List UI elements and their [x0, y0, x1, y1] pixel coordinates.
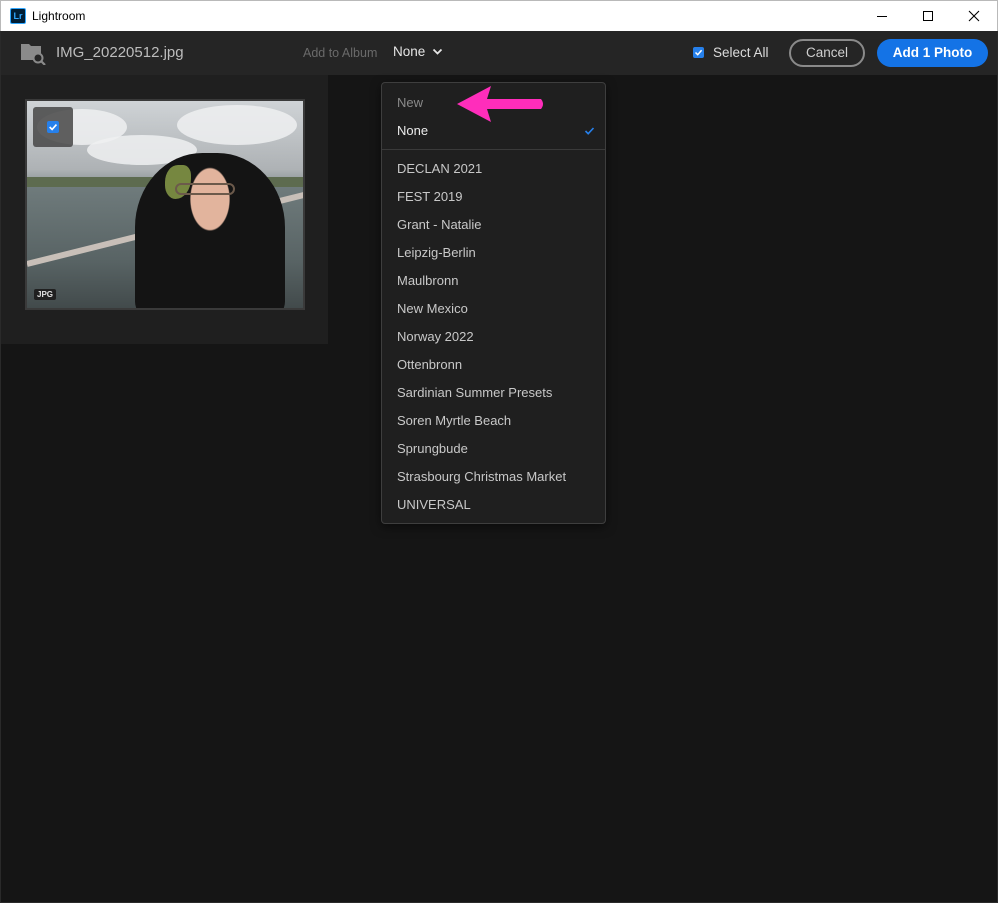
album-dropdown[interactable]: None	[393, 44, 443, 59]
menu-item-album[interactable]: FEST 2019	[382, 183, 605, 211]
menu-item-album[interactable]: Sardinian Summer Presets	[382, 379, 605, 407]
file-name: IMG_20220512.jpg	[56, 44, 184, 61]
maximize-icon	[923, 11, 933, 21]
add-photo-button[interactable]: Add 1 Photo	[877, 39, 988, 67]
close-window-button[interactable]	[951, 1, 997, 32]
checkmark-icon	[694, 49, 703, 56]
annotation-arrow-icon	[457, 86, 543, 122]
maximize-button[interactable]	[905, 1, 951, 32]
photo-checkbox[interactable]	[47, 121, 59, 133]
lightroom-logo-icon: Lr	[10, 8, 26, 24]
menu-item-album[interactable]: DECLAN 2021	[382, 155, 605, 183]
add-to-album-label: Add to Album	[303, 46, 378, 60]
select-all-label: Select All	[713, 45, 769, 60]
menu-item-album[interactable]: New Mexico	[382, 295, 605, 323]
photo-grid: JPG	[1, 75, 328, 344]
folder-search-icon	[21, 44, 46, 65]
photo-select-toggle[interactable]	[33, 107, 73, 147]
select-all-toggle[interactable]: Select All	[693, 45, 769, 60]
album-dropdown-value: None	[393, 44, 426, 59]
menu-divider	[382, 149, 605, 150]
cancel-button[interactable]: Cancel	[789, 39, 865, 67]
menu-item-album[interactable]: UNIVERSAL	[382, 491, 605, 519]
checkmark-icon	[49, 124, 58, 131]
menu-item-album[interactable]: Norway 2022	[382, 323, 605, 351]
file-type-badge: JPG	[34, 289, 57, 300]
photo-thumbnail[interactable]: JPG	[25, 99, 305, 310]
chevron-down-icon	[433, 48, 443, 55]
minimize-button[interactable]	[859, 1, 905, 32]
menu-item-album[interactable]: Ottenbronn	[382, 351, 605, 379]
album-menu: New None DECLAN 2021 FEST 2019 Grant - Nat…	[381, 82, 606, 524]
minimize-icon	[877, 16, 887, 17]
window-titlebar: Lr Lightroom	[0, 0, 998, 31]
menu-item-album[interactable]: Strasbourg Christmas Market	[382, 463, 605, 491]
close-icon	[968, 10, 980, 22]
checkmark-icon	[584, 127, 595, 135]
menu-item-album[interactable]: Grant - Natalie	[382, 211, 605, 239]
menu-item-album[interactable]: Maulbronn	[382, 267, 605, 295]
menu-item-album[interactable]: Leipzig-Berlin	[382, 239, 605, 267]
menu-item-album[interactable]: Soren Myrtle Beach	[382, 407, 605, 435]
select-all-checkbox[interactable]	[693, 47, 704, 58]
menu-item-album[interactable]: Sprungbude	[382, 435, 605, 463]
window-controls	[859, 1, 997, 32]
menu-item-label: None	[397, 123, 429, 138]
window-title: Lightroom	[32, 9, 86, 23]
import-toolbar: IMG_20220512.jpg Add to Album None Selec…	[1, 31, 997, 75]
